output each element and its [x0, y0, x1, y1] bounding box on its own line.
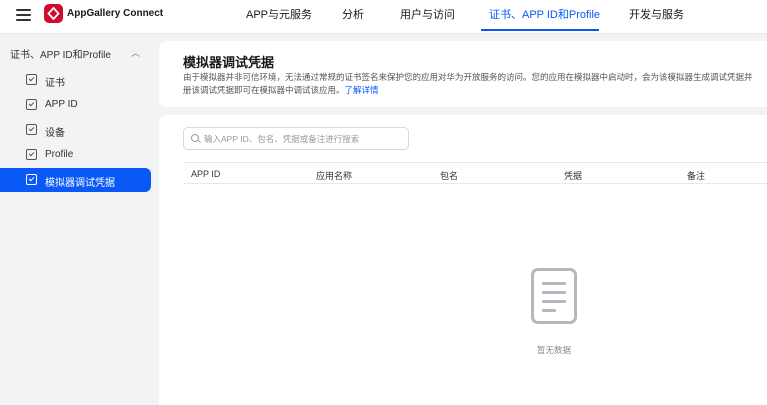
- menu-icon[interactable]: [16, 8, 31, 22]
- sidebar-item-label: 模拟器调试凭据: [45, 178, 115, 189]
- nav-analytics[interactable]: 分析: [342, 6, 364, 22]
- sidebar-item-app-id[interactable]: APP ID: [0, 93, 151, 117]
- nav-certificates-appid-profile[interactable]: 证书、APP ID和Profile: [489, 6, 600, 22]
- document-icon: [531, 268, 577, 324]
- profile-icon: [26, 149, 37, 160]
- column-header-app-id: APP ID: [191, 169, 221, 179]
- description-text: 册该调试凭据即可在模拟器中调试该应用。: [183, 85, 345, 95]
- table-header: APP ID 应用名称 包名 凭据 备注: [183, 162, 767, 184]
- top-navigation-bar: AppGallery Connect APP与元服务 分析 用户与访问 证书、A…: [0, 0, 767, 34]
- sidebar-item-devices[interactable]: 设备: [0, 118, 151, 142]
- column-header-app-name: 应用名称: [316, 171, 353, 181]
- sidebar-group-label: 证书、APP ID和Profile: [10, 50, 111, 61]
- sidebar-item-profile[interactable]: Profile: [0, 143, 151, 167]
- brand-name: AppGallery Connect: [67, 8, 164, 19]
- sidebar-item-label: 证书: [45, 78, 65, 89]
- page-description-line-2: 册该调试凭据即可在模拟器中调试该应用。了解详情: [183, 84, 379, 96]
- sidebar-item-label: Profile: [45, 149, 74, 160]
- learn-more-link[interactable]: 了解详情: [345, 85, 379, 95]
- sidebar-group-header[interactable]: 证书、APP ID和Profile ︿: [10, 46, 150, 64]
- column-header-credential: 凭据: [564, 171, 583, 181]
- sidebar-item-label: APP ID: [45, 99, 78, 110]
- page-title: 模拟器调试凭据: [183, 55, 275, 70]
- sidebar-item-certificates[interactable]: 证书: [0, 68, 151, 92]
- page-header-card: 模拟器调试凭据 由于模拟器并非可信环境，无法通过常规的证书签名来保护您的应用对华…: [159, 41, 767, 107]
- column-header-package-name: 包名: [440, 171, 459, 181]
- credentials-list-card: APP ID 应用名称 包名 凭据 备注 暂无数据: [159, 115, 767, 405]
- certificate-icon: [26, 74, 37, 85]
- sidebar-item-label: 设备: [45, 128, 65, 139]
- sidebar-item-emulator-debug-credentials[interactable]: 模拟器调试凭据: [0, 168, 151, 192]
- column-header-remarks: 备注: [687, 171, 706, 181]
- empty-state-text: 暂无数据: [537, 345, 572, 355]
- nav-users-access[interactable]: 用户与访问: [400, 6, 455, 22]
- active-nav-indicator: [481, 29, 599, 31]
- search-icon: [191, 134, 199, 142]
- page-description-line-1: 由于模拟器并非可信环境，无法通过常规的证书签名来保护您的应用对华为开放服务的访问…: [183, 72, 753, 82]
- search-box[interactable]: [183, 127, 409, 150]
- credential-icon: [26, 174, 37, 185]
- app-id-icon: [26, 99, 37, 110]
- chevron-up-icon[interactable]: ︿: [131, 46, 140, 59]
- nav-app-services[interactable]: APP与元服务: [246, 6, 312, 22]
- device-icon: [26, 124, 37, 135]
- search-input[interactable]: [204, 131, 404, 147]
- appgallery-logo-icon: [44, 4, 63, 23]
- nav-develop-services[interactable]: 开发与服务: [629, 6, 684, 22]
- sidebar: 证书、APP ID和Profile ︿ 证书 APP ID 设备 Profile…: [0, 34, 158, 405]
